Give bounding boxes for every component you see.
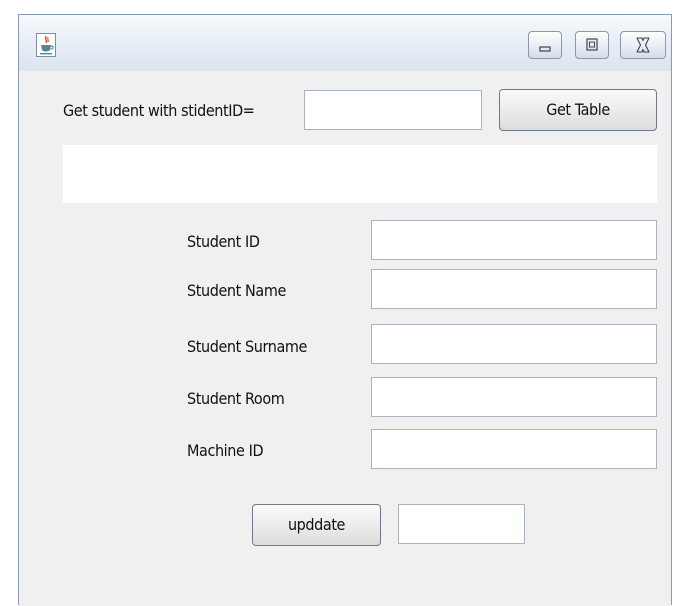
machine-id-label: Machine ID xyxy=(187,441,264,460)
student-id-label: Student ID xyxy=(187,232,260,251)
student-id-field[interactable] xyxy=(371,220,657,260)
student-surname-label: Student Surname xyxy=(187,337,307,356)
minimize-icon xyxy=(539,46,551,52)
update-button[interactable]: upddate xyxy=(252,504,381,546)
machine-id-field[interactable] xyxy=(371,429,657,469)
title-bar[interactable] xyxy=(19,15,671,71)
maximize-icon xyxy=(586,38,598,51)
student-name-label: Student Name xyxy=(187,281,286,300)
maximize-button[interactable] xyxy=(575,31,609,59)
student-room-field[interactable] xyxy=(371,377,657,417)
result-panel xyxy=(63,145,657,203)
java-cup-icon[interactable] xyxy=(36,33,56,57)
student-id-query-input[interactable] xyxy=(304,90,482,130)
close-button[interactable] xyxy=(620,31,666,59)
query-label: Get student with stidentID= xyxy=(63,101,255,120)
content-panel: Get student with stidentID= Get Table St… xyxy=(19,71,671,606)
student-room-label: Student Room xyxy=(187,389,285,408)
app-window: Get student with stidentID= Get Table St… xyxy=(18,14,672,606)
close-icon xyxy=(636,37,650,53)
student-surname-field[interactable] xyxy=(371,324,657,364)
get-table-button[interactable]: Get Table xyxy=(499,89,657,131)
student-name-field[interactable] xyxy=(371,269,657,309)
status-field[interactable] xyxy=(398,504,525,544)
minimize-button[interactable] xyxy=(528,31,562,59)
